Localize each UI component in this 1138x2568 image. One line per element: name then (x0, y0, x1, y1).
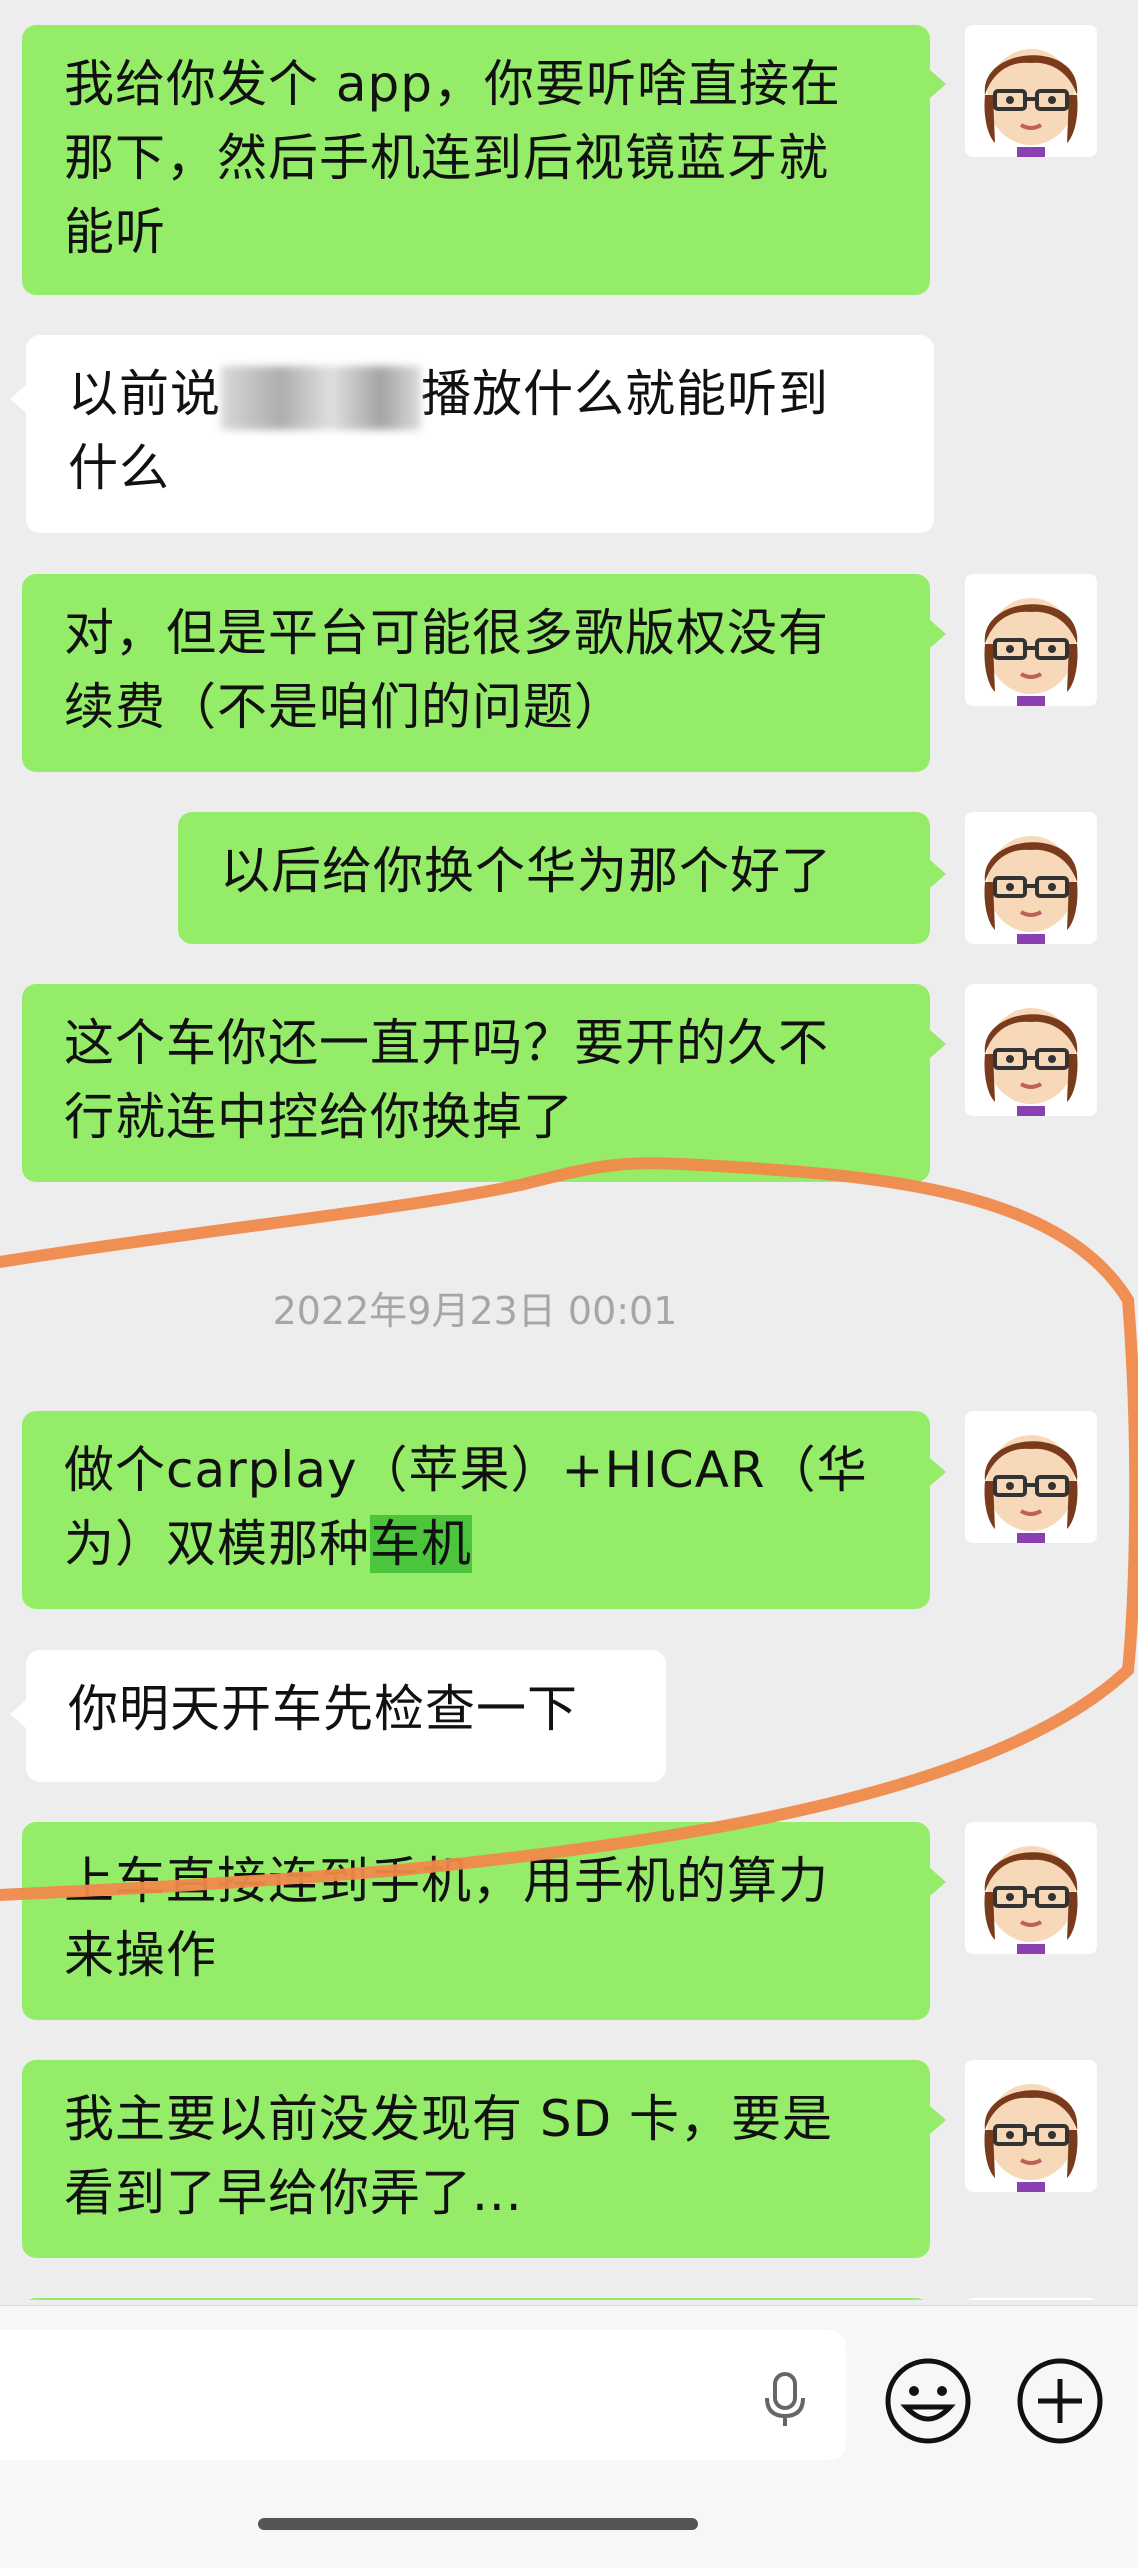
bubble-tail (10, 1700, 26, 1728)
avatar[interactable] (965, 1411, 1097, 1543)
avatar-image (965, 1411, 1097, 1543)
message-text-line: 对，但是平台可能很多歌版权没有 (64, 604, 829, 662)
message-text-line: 能听 (64, 203, 166, 261)
avatar[interactable] (965, 574, 1097, 706)
chat-area[interactable]: 我给你发个 app，你要听啥直接在 那下，然后手机连到后视镜蓝牙就 能听 以前说… (0, 0, 1138, 2300)
message-bubble-sent[interactable]: 做个carplay（苹果）+HICAR（华 为）双模那种车机 (22, 1411, 930, 1609)
bubble-tail (930, 1458, 946, 1486)
home-indicator[interactable] (258, 2518, 698, 2530)
avatar[interactable] (965, 812, 1097, 944)
message-text-line: 什么 (68, 439, 170, 497)
bubble-tail (930, 70, 946, 98)
message-text-line: 续费（不是咱们的问题） (64, 678, 625, 736)
avatar-image (965, 574, 1097, 706)
message-bubble-sent[interactable]: 对，但是平台可能很多歌版权没有 续费（不是咱们的问题） (22, 574, 930, 772)
message-text-line: 那下，然后手机连到后视镜蓝牙就 (64, 129, 829, 187)
plus-icon[interactable] (1014, 2355, 1106, 2451)
message-bubble-received[interactable]: 你明天开车先检查一下 (26, 1650, 666, 1782)
avatar[interactable] (965, 984, 1097, 1116)
message-text-line: 做个carplay（苹果）+HICAR（华 (64, 1441, 868, 1499)
message-text-line: 我主要以前没发现有 SD 卡，要是 (64, 2090, 834, 2148)
message-text-line: 以前说 播放什么就能听到 (68, 357, 898, 431)
bubble-tail (10, 385, 26, 413)
message-text-line: 为）双模那种车机 (64, 1507, 894, 1581)
microphone-icon[interactable] (760, 2370, 810, 2434)
message-text-line: 行就连中控给你换掉了 (64, 1088, 574, 1146)
bubble-tail (930, 860, 946, 888)
avatar-image (965, 25, 1097, 157)
avatar[interactable] (965, 2298, 1097, 2300)
avatar[interactable] (965, 1822, 1097, 1954)
avatar-image (965, 1822, 1097, 1954)
message-bubble-received[interactable]: 以前说 播放什么就能听到 什么 (26, 335, 934, 533)
message-text-line: 你明天开车先检查一下 (68, 1680, 578, 1738)
message-text: 播放什么就能听到 (421, 365, 829, 423)
message-bubble-sent[interactable]: 我主要以前没发现有 SD 卡，要是 看到了早给你弄了... (22, 2060, 930, 2258)
highlighted-text[interactable]: 车机 (370, 1515, 472, 1573)
bubble-tail (930, 1868, 946, 1896)
message-text-line: 上车直接连到手机，用手机的算力 (64, 1852, 829, 1910)
message-input[interactable] (0, 2330, 846, 2460)
avatar-image (965, 2298, 1097, 2300)
message-text-line: 这个车你还一直开吗？要开的久不 (64, 1014, 829, 1072)
message-bubble-sent[interactable] (22, 2298, 930, 2300)
message-text-line: 以后给你换个华为那个好了 (220, 842, 832, 900)
avatar-image (965, 2060, 1097, 2192)
redacted-text (221, 365, 421, 430)
bubble-tail (930, 2106, 946, 2134)
emoji-icon[interactable] (882, 2355, 974, 2451)
message-text-line: 我给你发个 app，你要听啥直接在 (64, 55, 842, 113)
message-text-line: 看到了早给你弄了... (64, 2164, 523, 2222)
message-bubble-sent[interactable]: 上车直接连到手机，用手机的算力 来操作 (22, 1822, 930, 2020)
avatar-image (965, 812, 1097, 944)
message-text-line: 来操作 (64, 1926, 217, 1984)
message-timestamp: 2022年9月23日 00:01 (272, 1289, 678, 1333)
message-bubble-sent[interactable]: 这个车你还一直开吗？要开的久不 行就连中控给你换掉了 (22, 984, 930, 1182)
message-bubble-sent[interactable]: 我给你发个 app，你要听啥直接在 那下，然后手机连到后视镜蓝牙就 能听 (22, 25, 930, 295)
avatar-image (965, 984, 1097, 1116)
avatar[interactable] (965, 2060, 1097, 2192)
avatar[interactable] (965, 25, 1097, 157)
bubble-tail (930, 620, 946, 648)
message-bubble-sent[interactable]: 以后给你换个华为那个好了 (178, 812, 930, 944)
bubble-tail (930, 1030, 946, 1058)
message-text: 以前说 (68, 365, 221, 423)
message-text: 为）双模那种 (64, 1515, 370, 1573)
